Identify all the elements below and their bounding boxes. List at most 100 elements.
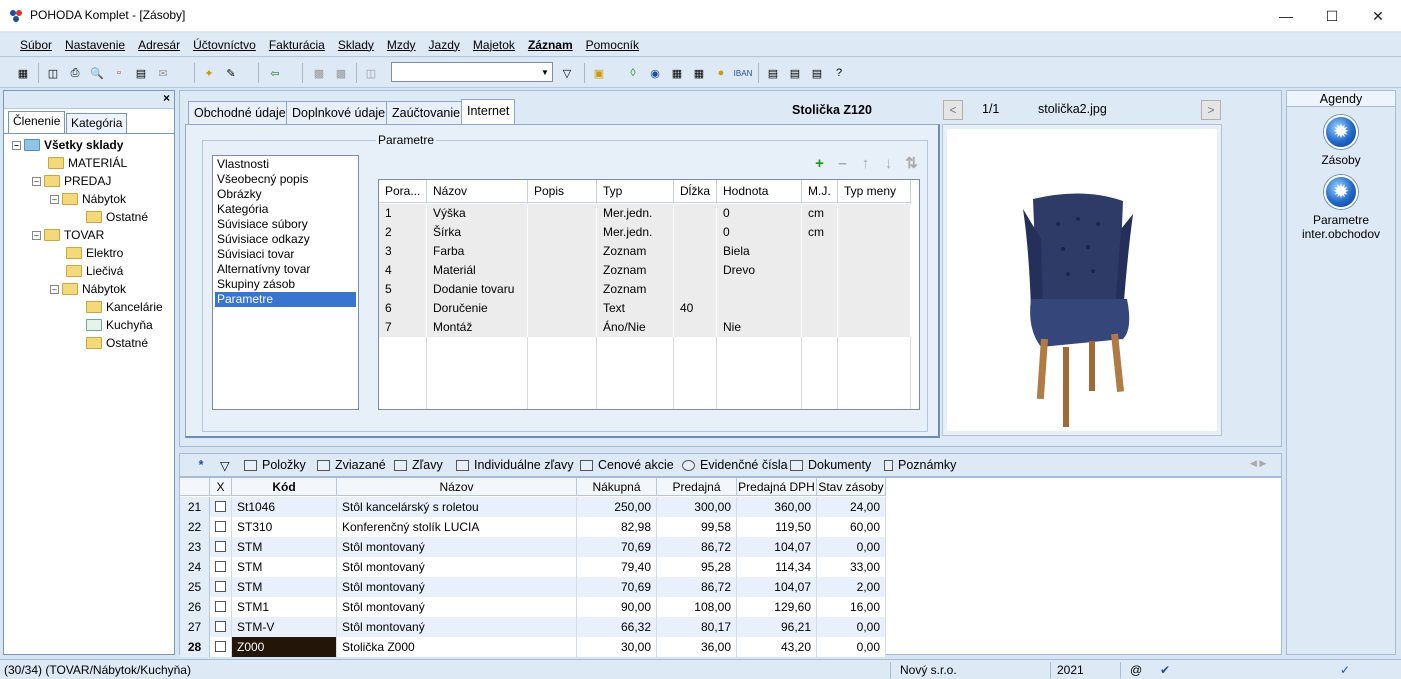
column-header[interactable]: X bbox=[210, 478, 232, 496]
menu-majetok[interactable]: Majetok bbox=[473, 38, 515, 52]
table-cell[interactable]: 3 bbox=[379, 242, 427, 261]
add-icon[interactable]: + bbox=[811, 155, 828, 172]
tab-cenove-akcie[interactable]: Cenové akcie bbox=[580, 458, 674, 472]
table-cell[interactable]: Biela bbox=[717, 242, 802, 261]
menu-adresar[interactable]: Adresár bbox=[138, 38, 180, 52]
tree-node[interactable]: Ostatné bbox=[86, 208, 148, 226]
table-cell[interactable]: 6 bbox=[379, 299, 427, 318]
help-icon[interactable]: ? bbox=[830, 64, 848, 82]
money-icon[interactable]: ◊ bbox=[624, 64, 642, 82]
table-cell[interactable] bbox=[528, 204, 597, 223]
tab-dokumenty[interactable]: Dokumenty bbox=[790, 458, 871, 472]
table-cell[interactable]: Doručenie bbox=[427, 299, 528, 318]
list-item[interactable]: Všeobecný popis bbox=[215, 172, 356, 187]
column-header[interactable]: Názov bbox=[337, 478, 577, 496]
back-arrow-icon[interactable]: ⇦ bbox=[266, 64, 284, 82]
tree-node[interactable]: Ostatné bbox=[86, 334, 148, 352]
print-icon[interactable]: ⎙ bbox=[66, 64, 84, 82]
records-grid[interactable]: X Kód Názov Nákupná Predajná Predajná DP… bbox=[179, 477, 1282, 657]
menu-jazdy[interactable]: Jazdy bbox=[429, 38, 460, 52]
column-header[interactable]: Typ bbox=[597, 180, 674, 203]
menu-nastavenie[interactable]: Nastavenie bbox=[65, 38, 125, 52]
tab-clenenie[interactable]: Členenie bbox=[8, 111, 66, 133]
table-row[interactable]: 22 ST310 Konferenčný stolík LUCIA 82,98 99,5… bbox=[180, 517, 886, 537]
table-row[interactable]: 23 STM Stôl montovaný 70,69 86,72 104,07 0,00 bbox=[180, 537, 886, 557]
tab-star[interactable]: * bbox=[188, 458, 214, 472]
collapse-icon[interactable]: – bbox=[12, 140, 21, 150]
list-item[interactable]: Súvisiace odkazy bbox=[215, 232, 356, 247]
table-cell[interactable] bbox=[802, 261, 838, 280]
table-cell[interactable] bbox=[674, 242, 717, 261]
table-cell[interactable]: 0 bbox=[717, 223, 802, 242]
check-icon[interactable]: ✔ bbox=[1160, 663, 1170, 677]
table-cell[interactable]: Montáž bbox=[427, 318, 528, 337]
iban-icon[interactable]: IBAN bbox=[734, 64, 753, 82]
table-cell[interactable] bbox=[838, 299, 911, 318]
filter-icon[interactable]: ▽ bbox=[558, 64, 576, 82]
table-cell[interactable]: Nie bbox=[717, 318, 802, 337]
table-row[interactable]: 24 STM Stôl montovaný 79,40 95,28 114,34 33,00 bbox=[180, 557, 886, 577]
row-checkbox[interactable] bbox=[215, 541, 226, 552]
collapse-icon[interactable]: – bbox=[32, 176, 41, 186]
table-cell[interactable]: 1 bbox=[379, 204, 427, 223]
table-cell[interactable] bbox=[674, 318, 717, 337]
column-header[interactable]: M.J. bbox=[802, 180, 838, 203]
menu-sklady[interactable]: Sklady bbox=[338, 38, 374, 52]
report-icon[interactable]: ▤ bbox=[132, 64, 150, 82]
window-icon[interactable]: ▤ bbox=[764, 64, 782, 82]
table-cell[interactable]: Materiál bbox=[427, 261, 528, 280]
table-row[interactable]: 28 Z000 Stolička Z000 30,00 36,00 43,20 0,00 bbox=[180, 637, 886, 657]
table-cell[interactable] bbox=[674, 280, 717, 299]
table-cell[interactable] bbox=[838, 318, 911, 337]
table-cell[interactable] bbox=[802, 242, 838, 261]
column-header[interactable]: Dĺžka bbox=[674, 180, 717, 203]
list-item[interactable]: Súvisiace súbory bbox=[215, 217, 356, 232]
menu-zaznam[interactable]: Záznam bbox=[528, 38, 573, 52]
ok-icon[interactable]: ✓ bbox=[1340, 663, 1350, 677]
tree-node[interactable]: – Nábytok bbox=[50, 280, 126, 298]
column-header[interactable]: Predajná bbox=[657, 478, 737, 496]
table-cell[interactable]: cm bbox=[802, 204, 838, 223]
table-cell[interactable] bbox=[674, 223, 717, 242]
table-row[interactable]: 25 STM Stôl montovaný 70,69 86,72 104,07 2,00 bbox=[180, 577, 886, 597]
save-icon[interactable]: ▩ bbox=[310, 64, 328, 82]
column-header[interactable]: Pora... bbox=[379, 180, 427, 203]
tab-individualne-zlavy[interactable]: Individuálne zľavy bbox=[456, 458, 574, 472]
collapse-icon[interactable]: – bbox=[50, 194, 59, 204]
tree-node[interactable]: Elektro bbox=[66, 244, 123, 262]
list-item[interactable]: Kategória bbox=[215, 202, 356, 217]
collapse-icon[interactable]: – bbox=[50, 284, 59, 294]
table-cell[interactable] bbox=[528, 261, 597, 280]
table-cell[interactable] bbox=[528, 280, 597, 299]
coins-icon[interactable]: ● bbox=[712, 64, 730, 82]
search-combo[interactable]: ▼ bbox=[391, 62, 553, 82]
table-cell[interactable] bbox=[528, 318, 597, 337]
table-row[interactable]: 21 St1046 Stôl kancelárský s roletou 250,00… bbox=[180, 497, 886, 517]
table-cell[interactable]: 7 bbox=[379, 318, 427, 337]
table-cell[interactable] bbox=[717, 299, 802, 318]
table-cell[interactable] bbox=[838, 223, 911, 242]
menu-uctovnictvo[interactable]: Účtovníctvo bbox=[193, 38, 256, 52]
table-cell[interactable]: 5 bbox=[379, 280, 427, 299]
table-cell[interactable]: Text bbox=[597, 299, 674, 318]
move-up-icon[interactable]: ↑ bbox=[857, 155, 874, 172]
column-header[interactable]: Popis bbox=[528, 180, 597, 203]
chevron-down-icon[interactable]: ▼ bbox=[538, 63, 552, 81]
row-checkbox[interactable] bbox=[215, 621, 226, 632]
table-cell[interactable] bbox=[838, 204, 911, 223]
euro-icon[interactable]: ◉ bbox=[646, 64, 664, 82]
close-icon[interactable]: × bbox=[163, 91, 170, 105]
tree-node[interactable]: Liečivá bbox=[66, 262, 123, 280]
tab-kategoria[interactable]: Kategória bbox=[66, 113, 128, 133]
list-item[interactable]: Obrázky bbox=[215, 187, 356, 202]
row-checkbox[interactable] bbox=[215, 501, 226, 512]
table-cell[interactable] bbox=[528, 299, 597, 318]
agenda-zasoby[interactable]: ✹ Zásoby bbox=[1287, 115, 1395, 167]
edit-icon[interactable]: ✎ bbox=[222, 64, 240, 82]
tab-obchodne-udaje[interactable]: Obchodné údaje bbox=[188, 101, 292, 125]
folder-icon[interactable]: ▣ bbox=[590, 64, 608, 82]
tab-zauctovanie[interactable]: Zaúčtovanie bbox=[386, 101, 467, 125]
sort-icon[interactable]: ⇅ bbox=[903, 155, 920, 172]
maximize-button[interactable]: ☐ bbox=[1309, 0, 1355, 32]
column-header[interactable]: Nákupná bbox=[577, 478, 657, 496]
